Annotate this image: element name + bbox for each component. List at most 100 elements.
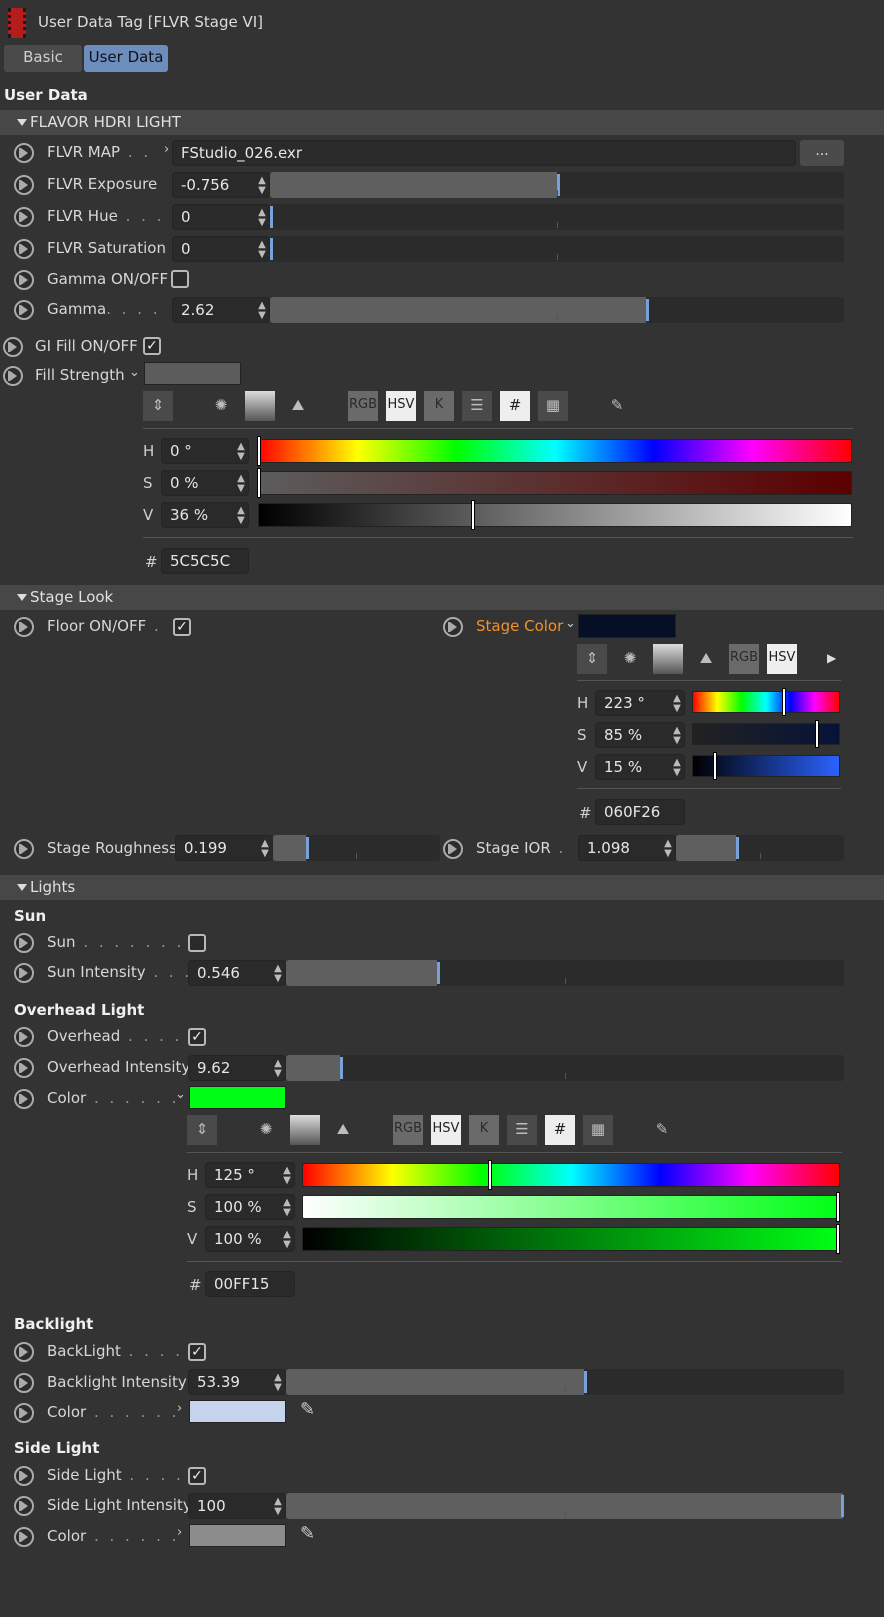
- rgb-mode-icon[interactable]: RGB: [729, 644, 759, 674]
- sun-intensity-slider[interactable]: [286, 960, 844, 986]
- chevron-down-icon[interactable]: ⌄: [129, 365, 140, 380]
- overhead-intensity-slider[interactable]: [286, 1055, 844, 1081]
- hue-marker[interactable]: [257, 436, 261, 466]
- group-stage-header[interactable]: Stage Look: [0, 585, 884, 610]
- spectrum-icon[interactable]: [245, 391, 275, 421]
- mixer-icon[interactable]: ☰: [462, 391, 492, 421]
- hex-input[interactable]: 060F26: [595, 799, 685, 825]
- color-wheel-icon[interactable]: ✺: [251, 1115, 281, 1145]
- spinner-arrows-icon[interactable]: ▲ ▼: [281, 1198, 293, 1218]
- hue-marker[interactable]: [488, 1160, 492, 1190]
- animate-icon[interactable]: [443, 617, 463, 637]
- animate-icon[interactable]: [3, 337, 23, 357]
- animate-icon[interactable]: [14, 933, 34, 953]
- spinner-arrows-icon[interactable]: ▲ ▼: [272, 1059, 284, 1079]
- animate-icon[interactable]: [443, 839, 463, 859]
- sidelight-checkbox[interactable]: ✓: [188, 1467, 206, 1485]
- color-wheel-icon[interactable]: ✺: [206, 391, 236, 421]
- flvr-exposure-slider[interactable]: [270, 172, 844, 198]
- backlight-checkbox[interactable]: ✓: [188, 1343, 206, 1361]
- mixer-icon[interactable]: ☰: [507, 1115, 537, 1145]
- swatches-grid-icon[interactable]: ▦: [583, 1115, 613, 1145]
- kelvin-mode-icon[interactable]: K: [424, 391, 454, 421]
- stage-roughness-slider[interactable]: [273, 835, 440, 861]
- animate-icon[interactable]: [14, 239, 34, 259]
- image-picker-icon[interactable]: ⛰: [691, 644, 721, 674]
- animate-icon[interactable]: [14, 1466, 34, 1486]
- animate-icon[interactable]: [14, 617, 34, 637]
- spinner-arrows-icon[interactable]: ▲ ▼: [256, 176, 268, 196]
- rgb-mode-icon[interactable]: RGB: [348, 391, 378, 421]
- saturation-marker[interactable]: [836, 1192, 840, 1222]
- saturation-bar[interactable]: [302, 1195, 840, 1219]
- spinner-arrows-icon[interactable]: ▲ ▼: [235, 474, 247, 494]
- image-picker-icon[interactable]: ⛰: [283, 391, 313, 421]
- group-hdri-header[interactable]: FLAVOR HDRI LIGHT: [0, 110, 884, 135]
- group-lights-header[interactable]: Lights: [0, 875, 884, 900]
- hex-mode-icon[interactable]: #: [545, 1115, 575, 1145]
- chevron-right-icon[interactable]: ›: [177, 1525, 182, 1540]
- more-arrow-icon[interactable]: ▶: [827, 651, 836, 665]
- stage-color-swatch[interactable]: [578, 614, 676, 638]
- value-marker[interactable]: [836, 1224, 840, 1254]
- value-marker[interactable]: [713, 752, 717, 780]
- color-wheel-icon[interactable]: ✺: [615, 644, 645, 674]
- saturation-marker[interactable]: [257, 468, 261, 498]
- gamma-onoff-checkbox[interactable]: [171, 270, 189, 288]
- spinner-arrows-icon[interactable]: ▲ ▼: [671, 758, 683, 778]
- hue-marker[interactable]: [782, 688, 786, 716]
- fill-color-swatch[interactable]: [144, 362, 241, 385]
- sidelight-intensity-slider[interactable]: [286, 1493, 844, 1519]
- animate-icon[interactable]: [14, 270, 34, 290]
- eyedropper-icon[interactable]: ✎: [602, 391, 632, 421]
- spinner-arrows-icon[interactable]: ▲ ▼: [671, 726, 683, 746]
- overhead-color-swatch[interactable]: [189, 1086, 286, 1109]
- spinner-arrows-icon[interactable]: ▲ ▼: [235, 506, 247, 526]
- spinner-arrows-icon[interactable]: ▲ ▼: [235, 442, 247, 462]
- hsv-mode-icon[interactable]: HSV: [431, 1115, 461, 1145]
- animate-icon[interactable]: [14, 1373, 34, 1393]
- kelvin-mode-icon[interactable]: K: [469, 1115, 499, 1145]
- spinner-arrows-icon[interactable]: ▲ ▼: [272, 964, 284, 984]
- floor-onoff-checkbox[interactable]: ✓: [173, 618, 191, 636]
- spectrum-icon[interactable]: [653, 644, 683, 674]
- swatches-grid-icon[interactable]: ▦: [538, 391, 568, 421]
- animate-icon[interactable]: [14, 1089, 34, 1109]
- spinner-arrows-icon[interactable]: ▲ ▼: [272, 1373, 284, 1393]
- hsv-mode-icon[interactable]: HSV: [767, 644, 797, 674]
- hex-input[interactable]: 5C5C5C: [161, 548, 249, 574]
- browse-button[interactable]: ...: [800, 140, 844, 166]
- rgb-mode-icon[interactable]: RGB: [393, 1115, 423, 1145]
- animate-icon[interactable]: [14, 300, 34, 320]
- spectrum-icon[interactable]: [290, 1115, 320, 1145]
- animate-icon[interactable]: [14, 1342, 34, 1362]
- animate-icon[interactable]: [14, 839, 34, 859]
- hue-bar[interactable]: [692, 691, 840, 713]
- tab-basic[interactable]: Basic: [4, 45, 82, 72]
- animate-icon[interactable]: [14, 1527, 34, 1547]
- value-bar[interactable]: [302, 1227, 840, 1251]
- hex-input[interactable]: 00FF15: [205, 1271, 295, 1297]
- collapse-icon[interactable]: ⇕: [577, 644, 607, 674]
- flvr-hue-slider[interactable]: [270, 204, 844, 230]
- hex-mode-icon[interactable]: #: [500, 391, 530, 421]
- stage-ior-slider[interactable]: [676, 835, 844, 861]
- saturation-marker[interactable]: [815, 720, 819, 748]
- hue-bar[interactable]: [302, 1163, 840, 1187]
- chevron-right-icon[interactable]: ›: [164, 142, 169, 157]
- value-bar[interactable]: [258, 503, 852, 527]
- animate-icon[interactable]: [14, 143, 34, 163]
- chevron-right-icon[interactable]: ›: [177, 1401, 182, 1416]
- spinner-arrows-icon[interactable]: ▲ ▼: [256, 301, 268, 321]
- animate-icon[interactable]: [14, 207, 34, 227]
- value-marker[interactable]: [471, 500, 475, 530]
- animate-icon[interactable]: [14, 963, 34, 983]
- chevron-down-icon[interactable]: ⌄: [175, 1087, 186, 1102]
- image-picker-icon[interactable]: ⛰: [328, 1115, 358, 1145]
- overhead-checkbox[interactable]: ✓: [188, 1028, 206, 1046]
- sidelight-color-swatch[interactable]: [189, 1524, 286, 1547]
- chevron-down-icon[interactable]: ⌄: [565, 616, 576, 631]
- hue-bar[interactable]: [258, 439, 852, 463]
- flvr-saturation-slider[interactable]: [270, 236, 844, 262]
- collapse-icon[interactable]: ⇕: [187, 1115, 217, 1145]
